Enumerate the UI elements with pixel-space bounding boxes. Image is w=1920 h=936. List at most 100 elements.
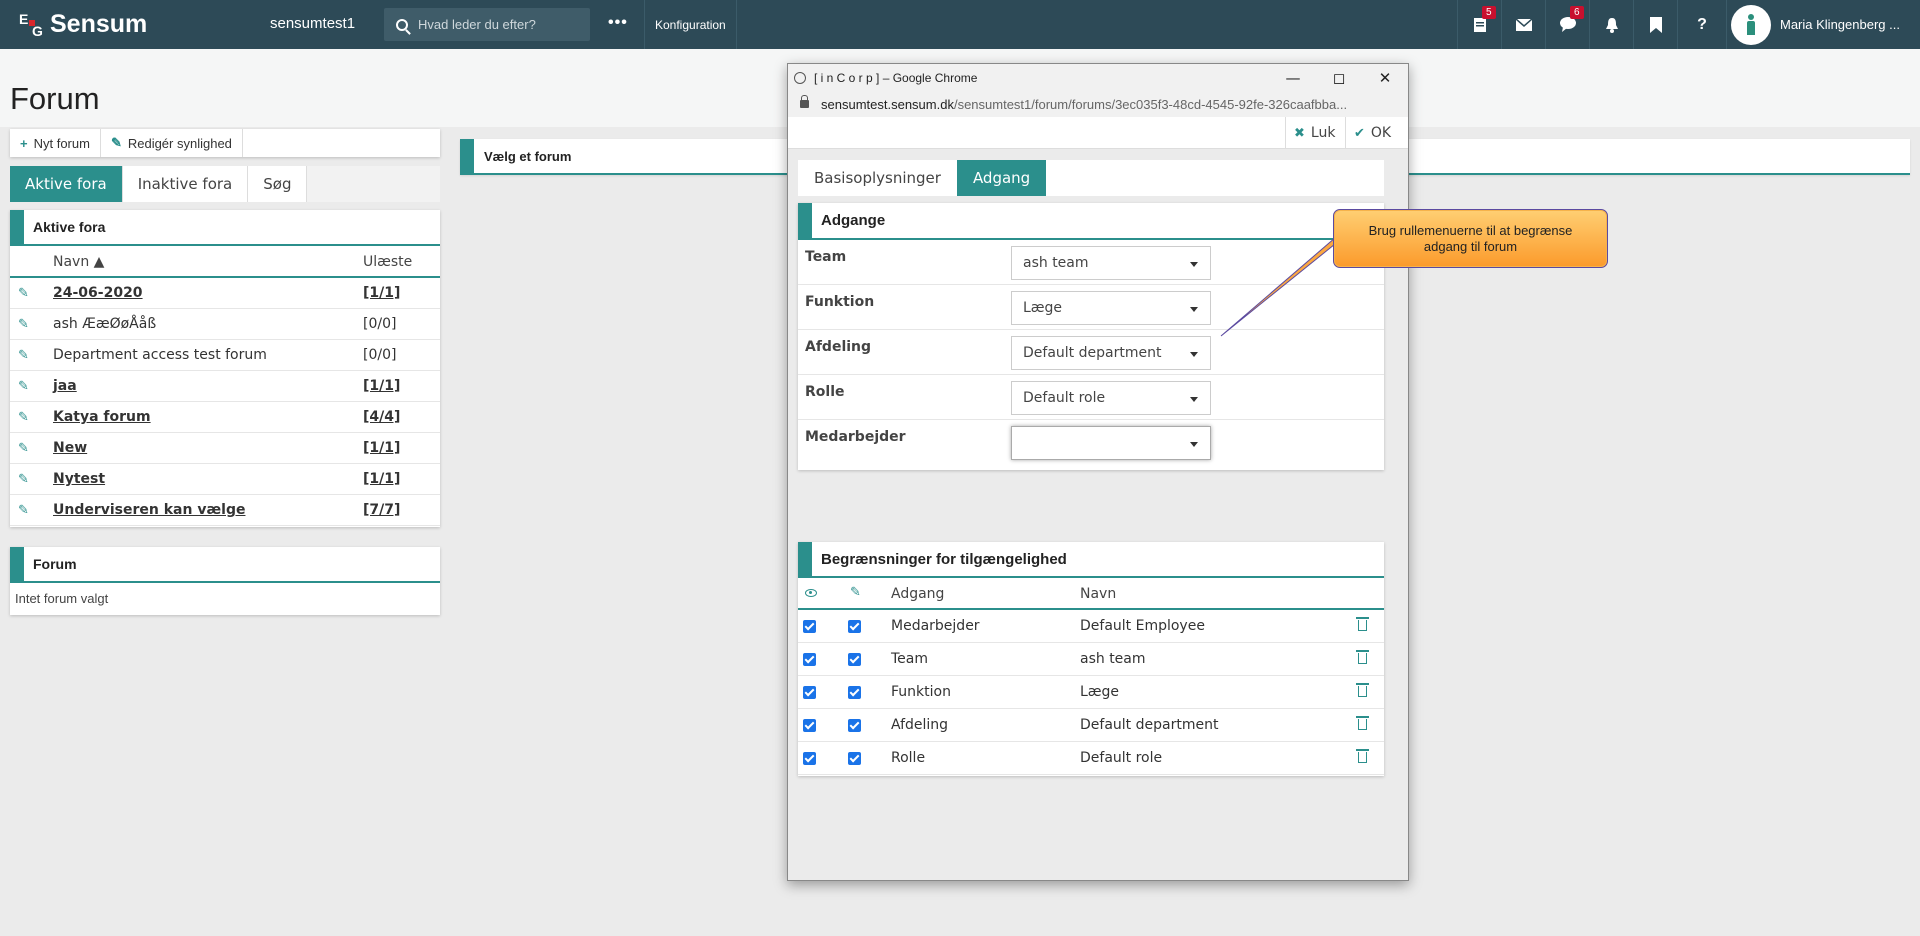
list-item[interactable]: ✎ ash ÆæØøÅåß [0/0]: [10, 309, 440, 340]
notifications-button[interactable]: [1589, 0, 1633, 49]
logo[interactable]: E G Sensum: [18, 10, 147, 39]
forum-name[interactable]: Underviseren kan vælge: [53, 502, 245, 518]
close-button[interactable]: ✖ Luk: [1285, 117, 1343, 149]
list-item[interactable]: ✎ Underviseren kan vælge [7/7]: [10, 495, 440, 526]
view-checkbox[interactable]: [803, 719, 816, 732]
edit-checkbox[interactable]: [848, 752, 861, 765]
window-titlebar[interactable]: [ i n C o r p ] – Google Chrome — ◻ ✕: [788, 64, 1408, 92]
forum-name[interactable]: 24-06-2020: [53, 285, 143, 301]
forum-unread: [1/1]: [363, 285, 401, 301]
trash-icon[interactable]: [1356, 650, 1369, 664]
field-label: Rolle: [805, 384, 845, 400]
access-name: Default department: [1080, 717, 1219, 733]
tasks-button[interactable]: 5: [1457, 0, 1501, 49]
pencil-icon[interactable]: ✎: [18, 441, 29, 456]
forum-name[interactable]: Nytest: [53, 471, 105, 487]
restrictions-panel: Begrænsninger for tilgængelighed ✎ Adgan…: [798, 542, 1384, 776]
pencil-icon: ✎: [110, 135, 122, 150]
forum-unread: [7/7]: [363, 502, 401, 518]
pencil-icon[interactable]: ✎: [18, 410, 29, 425]
close-label: Luk: [1310, 125, 1336, 141]
forum-name[interactable]: Katya forum: [53, 409, 151, 425]
access-column-header: Adgang: [891, 586, 945, 602]
select-value: ash team: [1023, 255, 1089, 271]
pencil-icon[interactable]: ✎: [18, 348, 29, 363]
popup-window: [ i n C o r p ] – Google Chrome — ◻ ✕ se…: [787, 63, 1409, 881]
department-select[interactable]: Default department: [1011, 336, 1211, 370]
field-label: Medarbejder: [805, 429, 906, 445]
edit-checkbox[interactable]: [848, 719, 861, 732]
pencil-icon[interactable]: ✎: [18, 472, 29, 487]
tab-active-forums[interactable]: Aktive fora: [10, 166, 123, 202]
view-checkbox[interactable]: [803, 653, 816, 666]
name-column-header[interactable]: Navn ▲: [53, 254, 104, 270]
close-window-button[interactable]: ✕: [1362, 64, 1408, 92]
list-item[interactable]: ✎ Department access test forum [0/0]: [10, 340, 440, 371]
employee-select[interactable]: [1011, 426, 1211, 460]
address-bar[interactable]: sensumtest.sensum.dk/sensumtest1/forum/f…: [788, 92, 1408, 116]
url-domain: sensumtest.sensum.dk: [821, 96, 954, 112]
role-select[interactable]: Default role: [1011, 381, 1211, 415]
forum-unread: [1/1]: [363, 378, 401, 394]
unread-column-header[interactable]: Ulæste: [363, 254, 412, 270]
search-box[interactable]: [384, 8, 590, 41]
forum-name[interactable]: ash ÆæØøÅåß: [53, 316, 156, 332]
list-item[interactable]: ✎ jaa [1/1]: [10, 371, 440, 402]
pencil-icon[interactable]: ✎: [18, 379, 29, 394]
list-item[interactable]: ✎ New [1/1]: [10, 433, 440, 464]
more-menu-button[interactable]: •••: [608, 14, 628, 32]
user-menu[interactable]: Maria Klingenberg ...: [1726, 0, 1920, 49]
trash-icon[interactable]: [1356, 716, 1369, 730]
pencil-icon[interactable]: ✎: [18, 286, 29, 301]
trash-icon[interactable]: [1356, 617, 1369, 631]
tab-basic-info[interactable]: Basisoplysninger: [798, 160, 957, 196]
table-row: Funktion Læge: [798, 676, 1384, 709]
logo-mark-g: G: [32, 22, 43, 39]
pencil-icon[interactable]: ✎: [18, 317, 29, 332]
new-forum-button[interactable]: + Nyt forum: [10, 129, 101, 157]
edit-checkbox[interactable]: [848, 686, 861, 699]
forum-unread: [0/0]: [363, 347, 397, 363]
chat-button[interactable]: 6: [1545, 0, 1589, 49]
tab-access[interactable]: Adgang: [956, 160, 1047, 196]
trash-icon[interactable]: [1356, 683, 1369, 697]
search-input[interactable]: [418, 17, 578, 32]
mail-button[interactable]: [1501, 0, 1545, 49]
forum-name[interactable]: Department access test forum: [53, 347, 267, 363]
caret-down-icon: [1190, 442, 1198, 447]
list-item[interactable]: ✎ Katya forum [4/4]: [10, 402, 440, 433]
org-name[interactable]: sensumtest1: [270, 15, 355, 32]
bookmarks-button[interactable]: [1633, 0, 1677, 49]
function-select[interactable]: Læge: [1011, 291, 1211, 325]
tab-search[interactable]: Søg: [248, 166, 308, 202]
forum-toolbar: + Nyt forum ✎ Redigér synlighed: [10, 129, 440, 157]
view-checkbox[interactable]: [803, 752, 816, 765]
access-panel: Adgange Team ash team Funktion Læge Afde…: [798, 203, 1384, 470]
list-item[interactable]: ✎ 24-06-2020 [1/1]: [10, 278, 440, 309]
trash-icon[interactable]: [1356, 749, 1369, 763]
configuration-menu[interactable]: Konfiguration: [644, 0, 737, 49]
window-title: [ i n C o r p ] – Google Chrome: [814, 71, 978, 85]
restrictions-header: ✎ Adgang Navn: [798, 578, 1384, 610]
maximize-button[interactable]: ◻: [1316, 64, 1362, 92]
edit-checkbox[interactable]: [848, 620, 861, 633]
access-type: Rolle: [891, 750, 926, 766]
forum-unread: [1/1]: [363, 471, 401, 487]
edit-visibility-button[interactable]: ✎ Redigér synlighed: [101, 129, 243, 157]
list-item[interactable]: ✎ Nytest [1/1]: [10, 464, 440, 495]
help-button[interactable]: ?: [1677, 0, 1726, 49]
tab-inactive-forums[interactable]: Inaktive fora: [122, 166, 249, 202]
ok-button[interactable]: ✔ OK: [1345, 117, 1399, 149]
view-checkbox[interactable]: [803, 686, 816, 699]
table-row: Medarbejder Default Employee: [798, 610, 1384, 643]
view-checkbox[interactable]: [803, 620, 816, 633]
forum-name[interactable]: jaa: [53, 378, 77, 394]
team-select[interactable]: ash team: [1011, 246, 1211, 280]
forum-name[interactable]: New: [53, 440, 87, 456]
select-forum-title: Vælg et forum: [484, 149, 572, 164]
lock-icon: [800, 95, 809, 108]
minimize-button[interactable]: —: [1270, 64, 1316, 92]
pencil-icon[interactable]: ✎: [18, 503, 29, 518]
select-value: Default role: [1023, 390, 1106, 406]
edit-checkbox[interactable]: [848, 653, 861, 666]
